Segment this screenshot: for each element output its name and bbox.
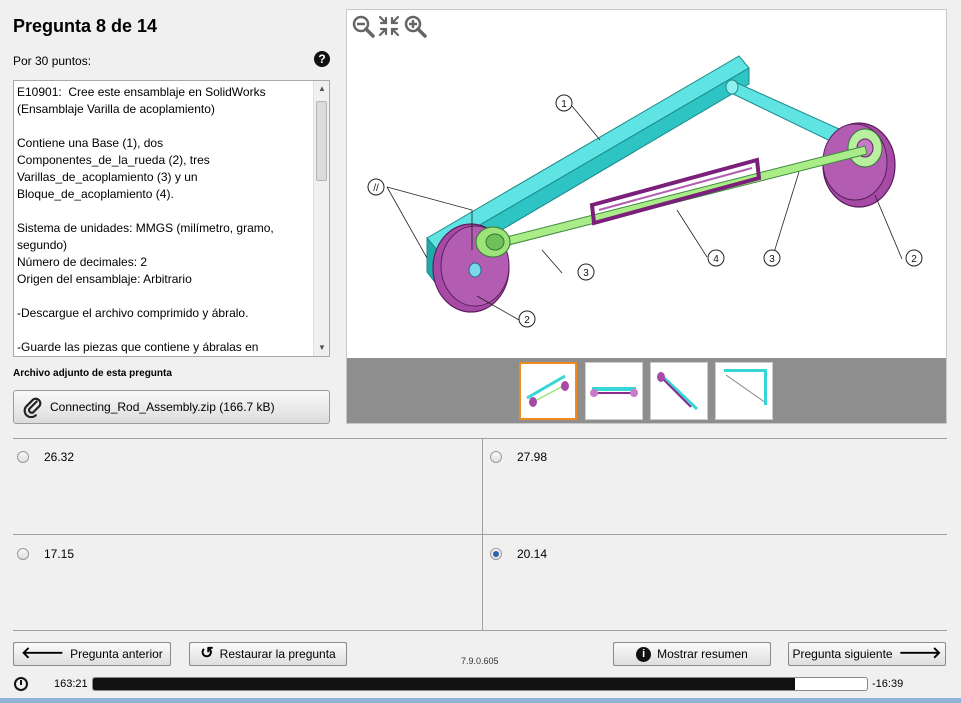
assembly-drawing: 1 // 3 2 4 3 2 — [367, 55, 923, 328]
answer-divider-horizontal — [13, 534, 947, 535]
thumbnail-top[interactable] — [650, 362, 708, 420]
show-summary-button[interactable]: i Mostrar resumen — [613, 642, 771, 666]
radio-button[interactable] — [17, 548, 29, 560]
answer-option-b[interactable]: 27.98 — [490, 450, 547, 464]
info-icon: i — [636, 646, 652, 662]
answer-value: 26.32 — [44, 450, 75, 464]
answer-value: 20.14 — [517, 547, 548, 561]
answer-option-d[interactable]: 20.14 — [490, 547, 547, 561]
thumbnail-iso[interactable] — [519, 362, 577, 420]
elapsed-time: 163:21 — [54, 678, 88, 690]
answer-options: 26.32 27.98 17.15 20.14 — [13, 438, 947, 631]
answer-option-a[interactable]: 26.32 — [17, 450, 74, 464]
version-label: 7.9.0.605 — [461, 656, 499, 666]
radio-button[interactable] — [490, 451, 502, 463]
callout-label: 3 — [583, 268, 589, 279]
attachment-filename: Connecting_Rod_Assembly.zip (166.7 kB) — [50, 400, 275, 414]
scroll-down-icon[interactable]: ▼ — [314, 340, 329, 356]
next-question-button[interactable]: Pregunta siguiente 🡒 — [788, 642, 946, 666]
arrow-right-icon: 🡒 — [898, 645, 942, 662]
thumbnail-side[interactable] — [715, 362, 773, 420]
next-question-label: Pregunta siguiente — [792, 647, 893, 661]
answer-value: 17.15 — [44, 547, 75, 561]
previous-question-button[interactable]: 🡐 Pregunta anterior — [13, 642, 171, 666]
answer-value: 27.98 — [517, 450, 548, 464]
callout-label: 3 — [769, 254, 775, 265]
svg-text://: // — [373, 183, 379, 194]
thumbnail-strip — [347, 358, 946, 423]
question-description-text: E10901: Cree este ensamblaje en SolidWor… — [17, 85, 274, 354]
paperclip-icon — [23, 397, 42, 418]
image-viewer[interactable]: 1 // 3 2 4 3 2 — [346, 9, 947, 424]
callout-label: 2 — [911, 254, 917, 265]
remaining-time: -16:39 — [872, 678, 904, 690]
description-scrollbar[interactable]: ▲ ▼ — [313, 81, 329, 356]
time-progress-fill — [93, 678, 796, 690]
arrow-left-icon: 🡐 — [21, 645, 65, 662]
thumbnail-front[interactable] — [585, 362, 643, 420]
callout-label: 4 — [713, 254, 719, 265]
time-progress-bar — [92, 677, 868, 691]
reset-question-button[interactable]: ↺ Restaurar la pregunta — [189, 642, 347, 666]
reset-question-label: Restaurar la pregunta — [219, 647, 336, 661]
reset-icon: ↺ — [200, 645, 214, 662]
window-bottom-border — [0, 698, 961, 703]
question-mark-circle-icon[interactable]: ? — [314, 51, 330, 67]
scroll-up-icon[interactable]: ▲ — [314, 81, 329, 97]
attachment-label: Archivo adjunto de esta pregunta — [13, 368, 172, 379]
radio-button[interactable] — [17, 451, 29, 463]
attachment-download-button[interactable]: Connecting_Rod_Assembly.zip (166.7 kB) — [13, 390, 330, 424]
clock-icon — [14, 677, 28, 691]
callout-label: 1 — [561, 99, 567, 110]
question-title: Pregunta 8 de 14 — [13, 16, 158, 36]
show-summary-label: Mostrar resumen — [657, 647, 748, 661]
scroll-thumb[interactable] — [316, 101, 327, 181]
points-label: Por 30 puntos: — [13, 54, 92, 68]
answer-option-c[interactable]: 17.15 — [17, 547, 74, 561]
question-description-box[interactable]: E10901: Cree este ensamblaje en SolidWor… — [13, 80, 330, 357]
callout-label: 2 — [524, 315, 530, 326]
radio-button-selected[interactable] — [490, 548, 502, 560]
previous-question-label: Pregunta anterior — [70, 647, 163, 661]
